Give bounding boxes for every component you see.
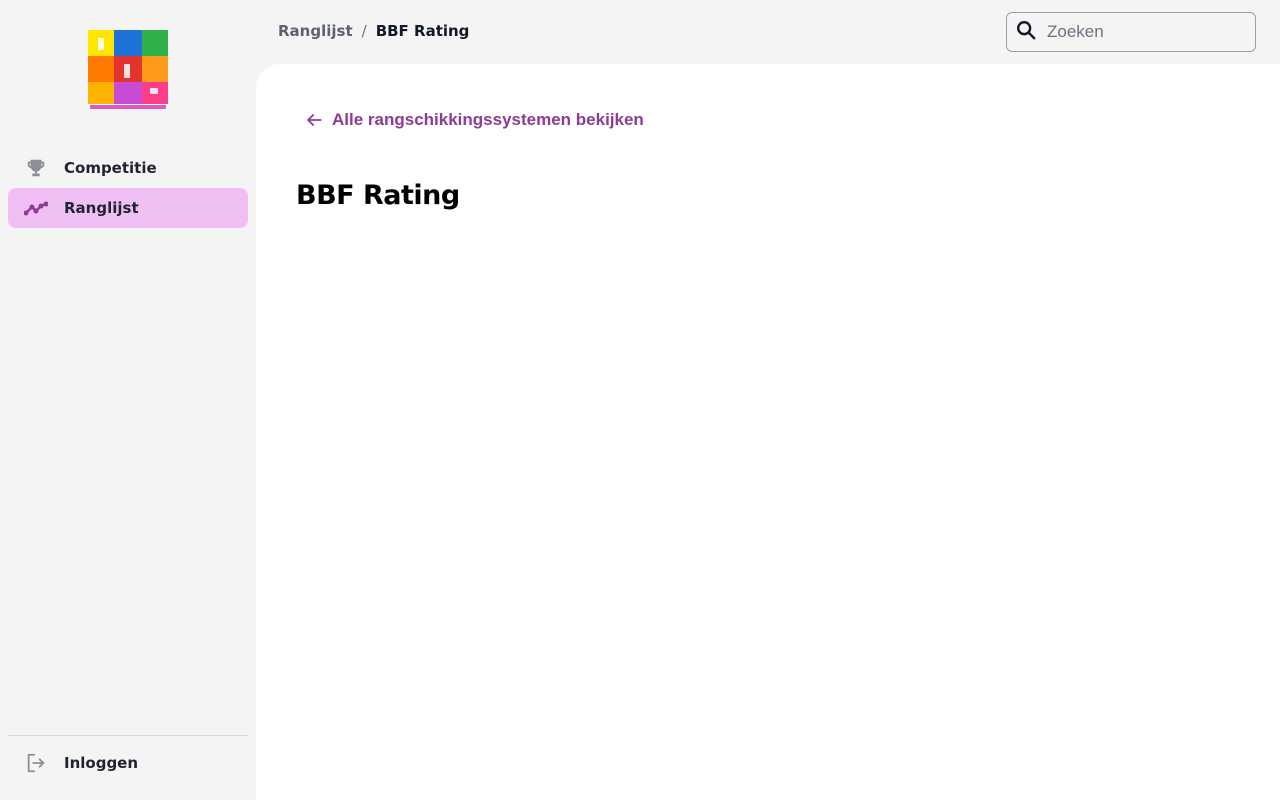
trophy-icon — [24, 156, 48, 180]
top-bar: Ranglijst / BBF Rating — [256, 0, 1280, 64]
arrow-left-icon — [307, 114, 322, 126]
login-label: Inloggen — [64, 754, 139, 772]
search-input[interactable] — [1047, 22, 1237, 42]
search-box[interactable] — [1006, 12, 1256, 52]
login-button[interactable]: Inloggen — [8, 743, 248, 783]
search-icon — [1015, 19, 1037, 45]
trending-up-icon — [24, 196, 48, 220]
page-title: BBF Rating — [296, 180, 460, 211]
back-to-ranking-systems-link[interactable]: Alle rangschikkingssystemen bekijken — [304, 110, 644, 130]
sidebar-item-label: Competitie — [64, 159, 157, 177]
badminton-vlaanderen-logo[interactable] — [88, 30, 168, 110]
sidebar-item-ranglijst[interactable]: Ranglijst — [8, 188, 248, 228]
login-icon — [24, 751, 48, 775]
sidebar-item-competitie[interactable]: Competitie — [8, 148, 248, 188]
breadcrumb-separator: / — [361, 22, 367, 40]
breadcrumb-current: BBF Rating — [375, 22, 470, 40]
sidebar: Competitie Ranglijst Inloggen — [0, 0, 256, 800]
sidebar-divider — [8, 735, 248, 736]
main-content: Alle rangschikkingssystemen bekijken BBF… — [256, 64, 1280, 800]
breadcrumb-ranglijst[interactable]: Ranglijst — [278, 22, 353, 40]
sidebar-nav: Competitie Ranglijst — [8, 148, 248, 228]
back-link-label: Alle rangschikkingssystemen bekijken — [332, 110, 644, 129]
breadcrumb: Ranglijst / BBF Rating — [278, 22, 469, 40]
sidebar-item-label: Ranglijst — [64, 199, 139, 217]
